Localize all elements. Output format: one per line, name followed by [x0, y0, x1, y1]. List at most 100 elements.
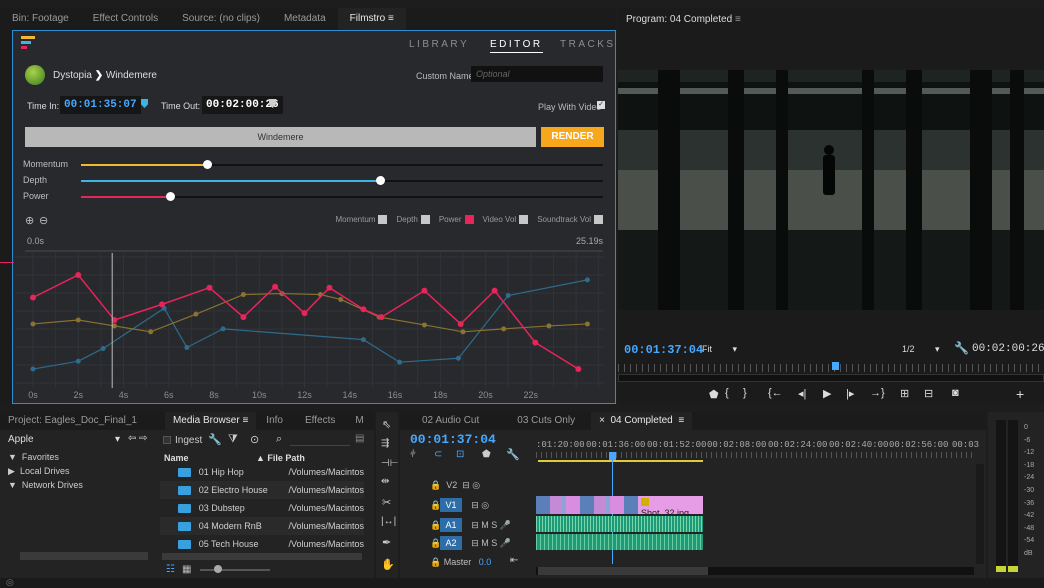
- timeline-scroll-thumb[interactable]: [538, 567, 708, 575]
- a1-mute[interactable]: M: [481, 520, 489, 530]
- export-frame-icon[interactable]: ◙: [952, 387, 959, 399]
- nav-tracks[interactable]: TRACKS: [560, 39, 616, 50]
- add-button-icon[interactable]: +: [1016, 386, 1024, 402]
- filter-icon[interactable]: ⧩: [228, 433, 238, 446]
- column-name[interactable]: Name: [164, 453, 189, 463]
- hand-tool-icon[interactable]: ✋: [381, 558, 395, 571]
- legend-power[interactable]: Power: [439, 215, 474, 224]
- track-select-tool-icon[interactable]: ⇶: [381, 438, 389, 449]
- legend-video-vol[interactable]: Video Vol: [483, 215, 529, 224]
- search-icon[interactable]: ⌕: [276, 433, 282, 446]
- ingest-settings-icon[interactable]: 🔧: [208, 433, 222, 446]
- a2-clip[interactable]: [536, 534, 703, 550]
- master-expand-icon[interactable]: ⇤: [510, 555, 518, 566]
- back-forward-icon[interactable]: ⇦ ⇨: [128, 433, 148, 444]
- automation-chart[interactable]: 0s 2s 4s 6s 8s 10s 12s 14s 16s 18s 20s 22s: [15, 253, 605, 403]
- timeline-settings-icon[interactable]: 🔧: [506, 448, 520, 461]
- tab-sequence-02-audio-cut[interactable]: 02 Audio Cut: [400, 412, 501, 430]
- mark-in-icon[interactable]: {: [725, 387, 729, 399]
- view-icon[interactable]: ⊙: [250, 433, 259, 446]
- linked-selection-icon[interactable]: ⊂: [434, 449, 442, 460]
- tree-local-drives[interactable]: ▶ Local Drives: [8, 466, 69, 477]
- track-name-bar[interactable]: Windemere: [25, 127, 536, 147]
- list-item[interactable]: 04 Modern RnB/Volumes/Macintos: [160, 517, 364, 535]
- location-dropdown[interactable]: Apple ▾: [8, 434, 120, 445]
- timeline-v-scrollbar[interactable]: [976, 464, 984, 564]
- tab-more-m[interactable]: M: [347, 412, 371, 430]
- panel-menu-icon[interactable]: ≡: [388, 13, 394, 24]
- thumbnail-zoom-slider[interactable]: [200, 569, 270, 571]
- ripple-edit-tool-icon[interactable]: ⊣⊢: [381, 458, 398, 469]
- step-back-icon[interactable]: ◂|: [798, 387, 806, 400]
- icon-view-toggle-icon[interactable]: ▦: [182, 564, 191, 575]
- rate-stretch-tool-icon[interactable]: ⇹: [381, 476, 389, 487]
- more-tabs-icon[interactable]: »: [372, 412, 374, 430]
- breadcrumb-album[interactable]: Dystopia: [53, 70, 92, 81]
- tree-favorites[interactable]: ▼ Favorites: [8, 452, 59, 462]
- fit-dropdown[interactable]: Fit ▾: [702, 344, 737, 355]
- legend-momentum[interactable]: Momentum: [335, 215, 388, 224]
- tab-effects[interactable]: Effects: [293, 412, 347, 430]
- extract-icon[interactable]: ⊟: [924, 387, 933, 400]
- legend-soundtrack-vol[interactable]: Soundtrack Vol: [537, 215, 603, 224]
- nav-library[interactable]: LIBRARY: [409, 39, 469, 50]
- go-to-out-icon[interactable]: →}: [870, 387, 885, 399]
- tab-sequence-03-cuts-only[interactable]: 03 Cuts Only: [501, 412, 591, 430]
- tree-scrollbar[interactable]: [20, 552, 148, 560]
- zoom-out-icon[interactable]: ⊖: [39, 214, 48, 227]
- program-zoom-bar[interactable]: [618, 374, 1044, 382]
- file-list-scrollbar[interactable]: [162, 553, 362, 560]
- tab-media-browser[interactable]: Media Browser ≡: [164, 412, 257, 430]
- timeline-ruler[interactable]: :01:20:00 00:01:36:00 00:01:52:00 00:02:…: [536, 440, 979, 462]
- time-in-marker-icon[interactable]: [141, 99, 148, 108]
- v1-clip-shot-32[interactable]: Shot_32.jpg: [638, 496, 703, 518]
- a2-mic-icon[interactable]: 🎤: [500, 538, 511, 548]
- a2-mute[interactable]: M: [481, 538, 489, 548]
- tab-sequence-04-completed[interactable]: × 04 Completed ≡: [591, 412, 693, 430]
- list-item[interactable]: 01 Hip Hop/Volumes/Macintos: [160, 463, 364, 481]
- add-marker-timeline-icon[interactable]: ⊡: [456, 449, 464, 460]
- legend-depth[interactable]: Depth: [396, 215, 430, 224]
- a2-solo[interactable]: S: [491, 538, 497, 548]
- marker-icon[interactable]: ⬟: [482, 449, 491, 460]
- go-to-in-icon[interactable]: {←: [768, 387, 783, 399]
- search-input[interactable]: [290, 432, 350, 446]
- zoom-in-icon[interactable]: ⊕: [25, 214, 34, 227]
- tab-project[interactable]: Project: Eagles_Doc_Final_1: [0, 412, 147, 430]
- tab-info[interactable]: Info: [256, 412, 293, 430]
- depth-knob[interactable]: [375, 176, 385, 185]
- tab-metadata[interactable]: Metadata: [272, 8, 338, 30]
- sequence-menu-icon[interactable]: ≡: [678, 415, 684, 426]
- ingest-checkbox[interactable]: [163, 436, 171, 444]
- close-tab-icon[interactable]: ×: [599, 415, 605, 426]
- timeline-playhead-head[interactable]: [609, 452, 616, 460]
- a1-solo[interactable]: S: [491, 520, 497, 530]
- column-path[interactable]: ▲ File Path: [256, 453, 305, 463]
- nav-editor[interactable]: EDITOR: [490, 39, 543, 53]
- list-item[interactable]: 02 Electro House/Volumes/Macintos: [160, 481, 364, 499]
- pen-tool-icon[interactable]: ✒: [382, 536, 391, 549]
- work-area-bar[interactable]: [538, 460, 703, 462]
- a1-mic-icon[interactable]: 🎤: [500, 520, 511, 530]
- step-forward-icon[interactable]: |▸: [846, 387, 854, 400]
- tab-source[interactable]: Source: (no clips): [170, 8, 272, 30]
- lift-icon[interactable]: ⊞: [900, 387, 909, 400]
- master-volume[interactable]: 0.0: [479, 557, 492, 567]
- program-menu-icon[interactable]: ≡: [735, 14, 741, 25]
- tab-effect-controls[interactable]: Effect Controls: [81, 8, 170, 30]
- mark-out-icon[interactable]: }: [743, 387, 747, 399]
- add-marker-icon[interactable]: ⬟: [709, 388, 719, 401]
- slip-tool-icon[interactable]: |↔|: [381, 516, 396, 527]
- play-icon[interactable]: ▶: [823, 387, 831, 400]
- render-button[interactable]: RENDER: [541, 127, 604, 147]
- a1-clip[interactable]: [536, 516, 703, 532]
- tree-network-drives[interactable]: ▼ Network Drives: [8, 480, 83, 490]
- time-in-field[interactable]: 00:01:35:07: [60, 96, 141, 114]
- momentum-knob[interactable]: [202, 160, 212, 169]
- program-playhead[interactable]: [832, 362, 839, 370]
- list-item[interactable]: 05 Tech House/Volumes/Macintos: [160, 535, 364, 553]
- play-with-video-checkbox[interactable]: ✓: [597, 101, 605, 109]
- list-item[interactable]: 03 Dubstep/Volumes/Macintos: [160, 499, 364, 517]
- wrench-icon[interactable]: 🔧: [954, 341, 969, 355]
- list-view-icon[interactable]: ▤: [355, 433, 364, 444]
